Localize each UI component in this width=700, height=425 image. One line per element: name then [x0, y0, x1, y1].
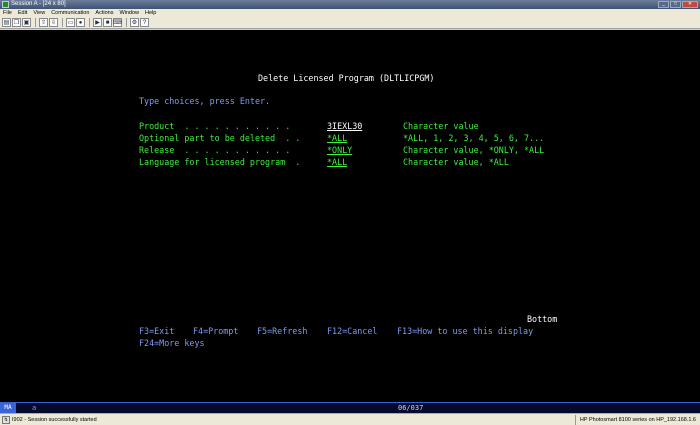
field-label-product: Product . . . . . . . . . . .: [139, 121, 291, 131]
menu-help[interactable]: Help: [142, 9, 159, 17]
field-label-release: Release . . . . . . . . . . .: [139, 145, 291, 155]
app-icon: [2, 1, 9, 8]
keypad-icon[interactable]: ⌨: [113, 18, 122, 27]
f13-help-key[interactable]: F13=How to use this display: [397, 325, 533, 337]
optional-part-input[interactable]: *ALL: [327, 132, 347, 144]
field-hint-product: Character value: [403, 121, 479, 131]
toolbar-separator: [62, 18, 63, 27]
instruction-text: Type choices, press Enter.: [139, 96, 271, 106]
print-icon[interactable]: ▤: [2, 18, 11, 27]
help-icon[interactable]: ?: [140, 18, 149, 27]
operator-info-area: MA a 06/037: [0, 402, 700, 413]
menu-actions[interactable]: Actions: [92, 9, 116, 17]
toolbar: ▤ ❐ ▣ ⇧ ⇩ ▭ ● ▶ ■ ⌨ ⚙ ?: [0, 17, 700, 29]
receive-icon[interactable]: ⇩: [49, 18, 58, 27]
product-input[interactable]: 3IEXL30: [327, 120, 362, 132]
settings-icon[interactable]: ⚙: [130, 18, 139, 27]
macro-record-icon[interactable]: ●: [76, 18, 85, 27]
f4-prompt-key[interactable]: F4=Prompt: [193, 325, 238, 337]
language-input[interactable]: *ALL: [327, 156, 347, 168]
field-hint-optional-part: *ALL, 1, 2, 3, 4, 5, 6, 7...: [403, 133, 545, 143]
f24-more-keys-key[interactable]: F24=More keys: [139, 337, 205, 349]
status-session-icon: ↯: [2, 415, 10, 424]
terminal-screen[interactable]: Delete Licensed Program (DLTLICPGM) Type…: [0, 30, 700, 402]
send-icon[interactable]: ⇧: [39, 18, 48, 27]
field-hint-language: Character value, *ALL: [403, 157, 509, 167]
status-printer: HP Photosmart 8100 series on HP_192.168.…: [574, 414, 700, 425]
window-title: Session A - [24 x 80]: [11, 1, 66, 7]
copy-icon[interactable]: ❐: [12, 18, 21, 27]
close-button[interactable]: ✕: [682, 1, 698, 8]
field-hint-release: Character value, *ONLY, *ALL: [403, 145, 545, 155]
window-controls: _ □ ✕: [658, 1, 698, 8]
menu-file[interactable]: File: [0, 9, 15, 17]
field-label-optional-part: Optional part to be deleted . .: [139, 133, 301, 143]
toolbar-separator: [89, 18, 90, 27]
list-position-text: Bottom: [527, 314, 558, 324]
f3-exit-key[interactable]: F3=Exit: [139, 325, 174, 337]
menu-edit[interactable]: Edit: [15, 9, 30, 17]
status-message: I902 - Session successfully started: [12, 416, 97, 423]
window-titlebar: Session A - [24 x 80] _ □ ✕: [0, 0, 700, 9]
toolbar-separator: [35, 18, 36, 27]
f5-refresh-key[interactable]: F5=Refresh: [257, 325, 307, 337]
toolbar-separator: [126, 18, 127, 27]
macro-stop-icon[interactable]: ■: [103, 18, 112, 27]
menu-communication[interactable]: Communication: [48, 9, 92, 17]
field-label-language: Language for licensed program .: [139, 157, 301, 167]
release-input[interactable]: *ONLY: [327, 144, 352, 156]
minimize-button[interactable]: _: [658, 1, 669, 8]
screen-title: Delete Licensed Program (DLTLICPGM): [258, 73, 435, 83]
display-icon[interactable]: ▭: [66, 18, 75, 27]
status-bar: ↯ I902 - Session successfully started HP…: [0, 413, 700, 425]
mode-indicator: MA: [0, 403, 16, 413]
paste-icon[interactable]: ▣: [22, 18, 31, 27]
menu-view[interactable]: View: [30, 9, 48, 17]
menu-bar: File Edit View Communication Actions Win…: [0, 9, 700, 17]
macro-play-icon[interactable]: ▶: [93, 18, 102, 27]
menu-window[interactable]: Window: [116, 9, 142, 17]
f12-cancel-key[interactable]: F12=Cancel: [327, 325, 377, 337]
maximize-button[interactable]: □: [670, 1, 681, 8]
